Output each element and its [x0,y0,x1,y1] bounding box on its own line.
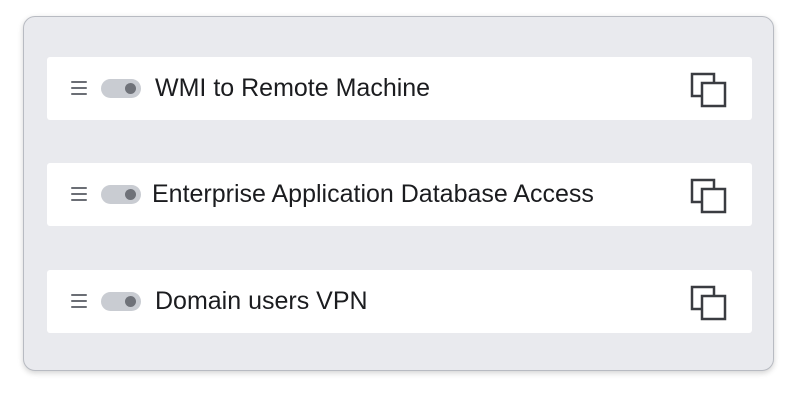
rule-enabled-toggle[interactable] [101,292,141,311]
copy-icon[interactable] [689,177,729,215]
drag-handle-icon[interactable] [71,186,87,202]
rule-enabled-toggle[interactable] [101,185,141,204]
toggle-knob [125,189,136,200]
rule-row: Enterprise Application Database Access [47,163,752,226]
drag-handle-icon[interactable] [71,80,87,96]
rule-name: WMI to Remote Machine [155,74,431,102]
copy-icon[interactable] [689,71,729,109]
rule-row: Domain users VPN [47,270,752,333]
toggle-knob [125,296,136,307]
rule-name: Domain users VPN [155,287,368,315]
rule-name: Enterprise Application Database Access [152,180,594,208]
rule-enabled-toggle[interactable] [101,79,141,98]
rules-panel: WMI to Remote Machine Enterprise Applica… [23,16,774,371]
copy-icon[interactable] [689,284,729,322]
rule-row: WMI to Remote Machine [47,57,752,120]
drag-handle-icon[interactable] [71,293,87,309]
toggle-knob [125,83,136,94]
